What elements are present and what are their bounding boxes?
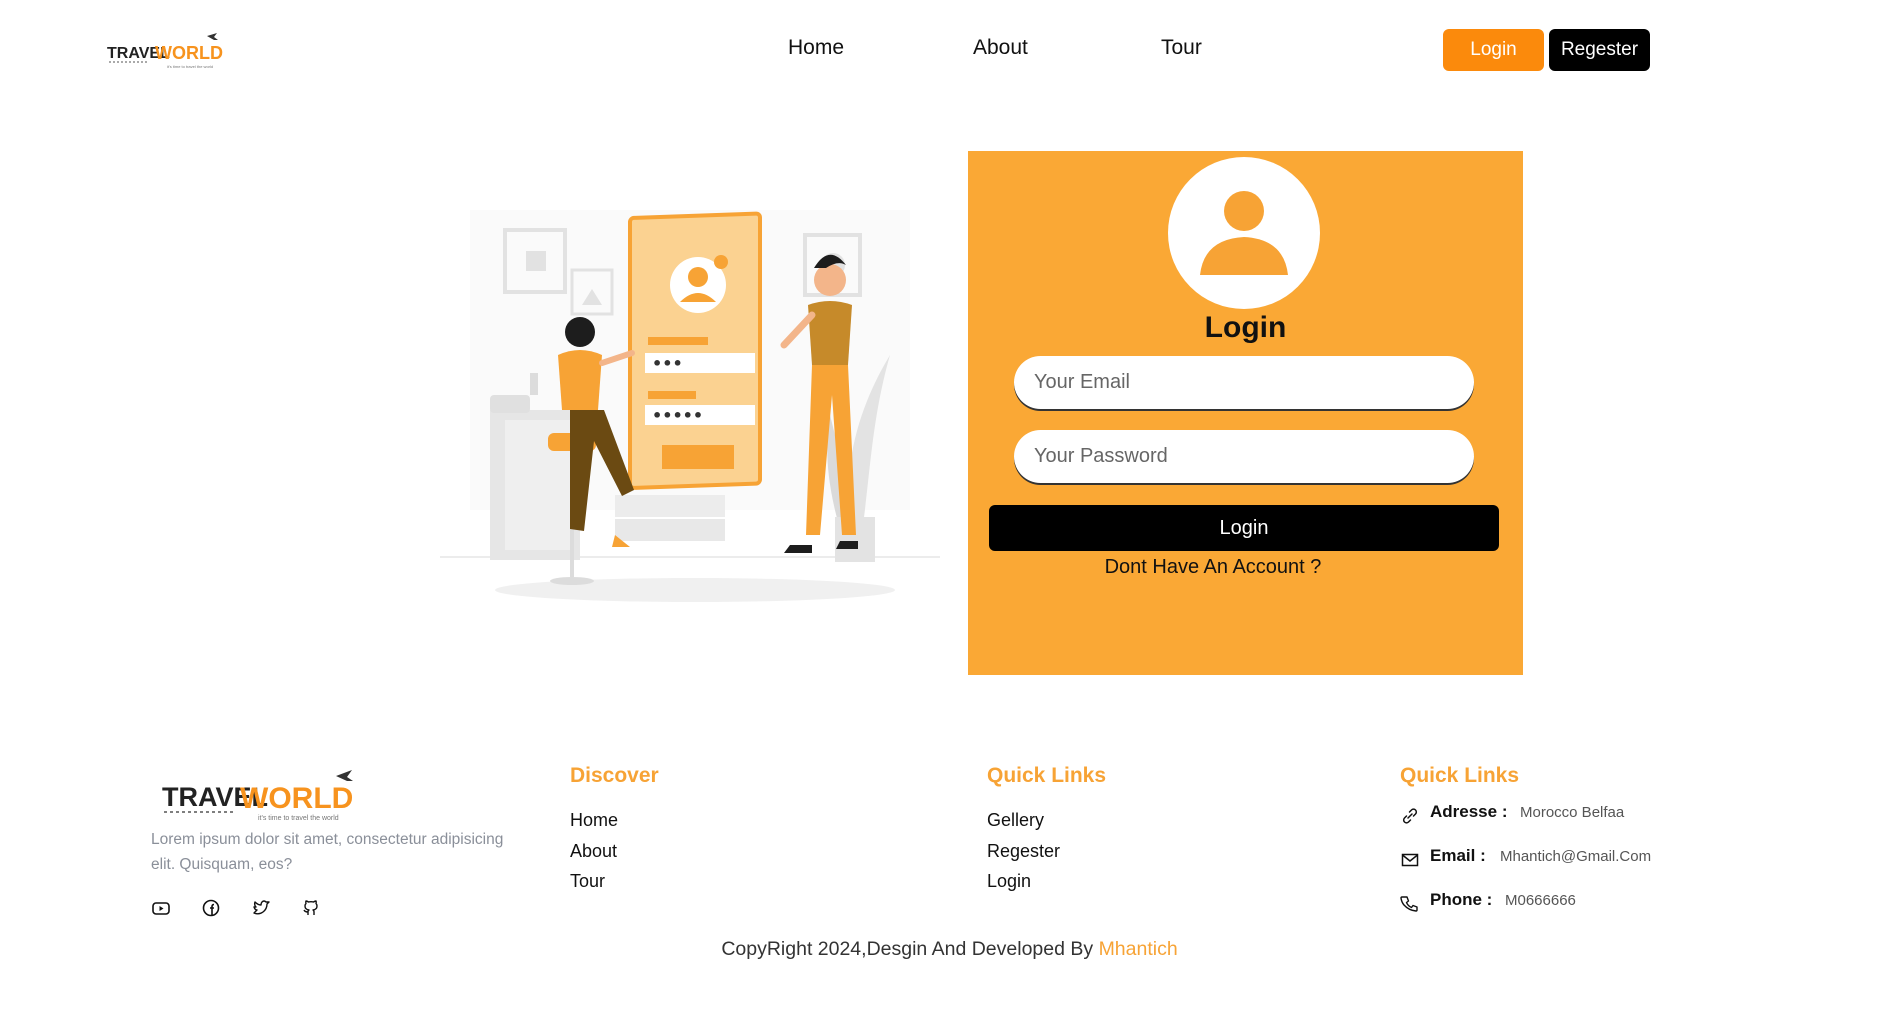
nav-home-link[interactable]: Home <box>788 36 844 60</box>
footer-link-gallery[interactable]: Gellery <box>987 805 1060 836</box>
footer-link-about[interactable]: About <box>570 836 618 867</box>
nav-about-link[interactable]: About <box>973 36 1028 60</box>
password-input[interactable] <box>1014 430 1474 483</box>
svg-text:it's time to travel the world: it's time to travel the world <box>258 815 339 822</box>
header-register-button[interactable]: Regester <box>1549 29 1650 71</box>
register-link[interactable]: Dont Have An Account ? <box>968 556 1458 579</box>
email-input[interactable] <box>1014 356 1474 409</box>
address-label: Adresse : <box>1430 802 1508 821</box>
svg-text:it's time to travel the world: it's time to travel the world <box>167 64 213 69</box>
user-icon <box>1200 191 1288 275</box>
youtube-icon[interactable] <box>151 898 171 918</box>
svg-text:•••: ••• <box>652 354 683 373</box>
copyright-author-link[interactable]: Mhantich <box>1099 938 1178 960</box>
footer-logo[interactable]: TRAVEL WORLD it's time to travel the wor… <box>160 768 360 824</box>
phone-icon <box>1400 896 1418 912</box>
site-header: TRAVEL WORLD it's time to travel the wor… <box>0 0 1899 102</box>
email-value[interactable]: Mhantich@Gmail.Com <box>1500 848 1651 865</box>
footer-description: Lorem ipsum dolor sit amet, consectetur … <box>151 831 504 873</box>
svg-text:WORLD: WORLD <box>240 782 353 815</box>
quick-links-title: Quick Links <box>987 764 1107 787</box>
quick-links-list: Gellery Regester Login <box>987 805 1060 897</box>
login-illustration: ••• ••••• <box>440 210 940 602</box>
footer-link-tour[interactable]: Tour <box>570 866 618 897</box>
login-submit-button[interactable]: Login <box>989 505 1499 551</box>
svg-text:WORLD: WORLD <box>155 43 223 63</box>
footer-link-home[interactable]: Home <box>570 805 618 836</box>
address-value: Morocco Belfaa <box>1520 804 1625 821</box>
phone-value: M0666666 <box>1505 892 1576 909</box>
nav-tour-link[interactable]: Tour <box>1161 36 1202 60</box>
footer-link-register[interactable]: Regester <box>987 836 1060 867</box>
discover-links: Home About Tour <box>570 805 618 897</box>
phone-label: Phone : <box>1430 890 1493 909</box>
facebook-icon[interactable] <box>201 898 221 918</box>
travel-world-logo[interactable]: TRAVEL WORLD it's time to travel the wor… <box>105 32 225 72</box>
copyright: CopyRight 2024,Desgin And Developed By M… <box>0 938 1899 961</box>
github-icon[interactable] <box>301 898 321 918</box>
link-icon <box>1402 808 1418 824</box>
email-label: Email : <box>1430 846 1486 865</box>
copyright-text: CopyRight 2024,Desgin And Developed By <box>721 938 1094 960</box>
login-card: Login Login Dont Have An Account ? <box>968 151 1523 675</box>
header-login-button[interactable]: Login <box>1443 29 1544 71</box>
discover-title: Discover <box>570 764 659 787</box>
svg-text:•••••: ••••• <box>652 406 703 425</box>
twitter-icon[interactable] <box>251 898 271 918</box>
mail-icon <box>1401 853 1419 867</box>
login-title: Login <box>1204 311 1287 344</box>
footer-link-login[interactable]: Login <box>987 866 1060 897</box>
user-avatar-icon <box>1168 157 1320 309</box>
contact-title: Quick Links <box>1400 764 1520 787</box>
